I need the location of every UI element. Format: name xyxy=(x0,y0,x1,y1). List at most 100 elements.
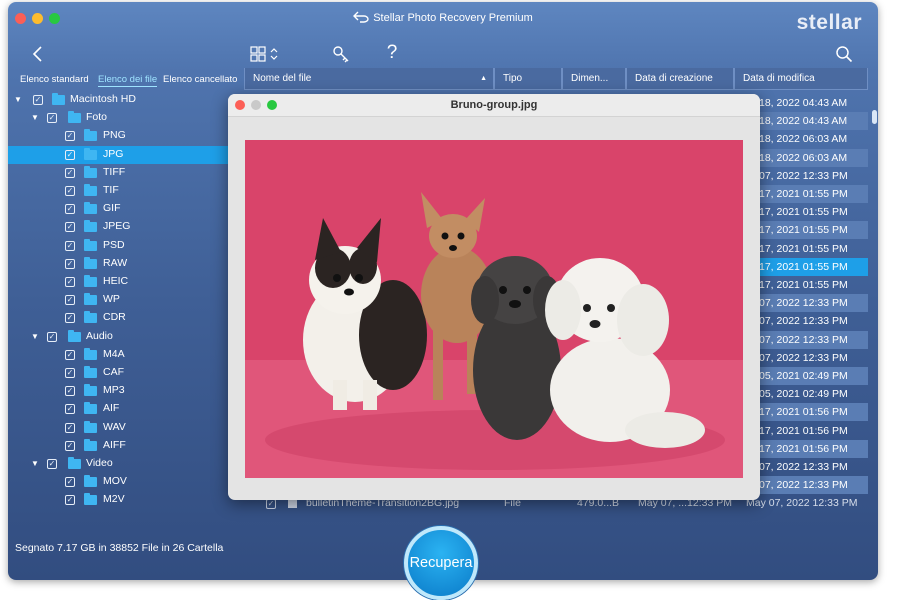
tree-item-cdr[interactable]: ✓ CDR xyxy=(8,309,234,327)
tree-item-label: AIF xyxy=(103,402,120,415)
tree-item-checkbox[interactable]: ✓ xyxy=(65,258,75,269)
tree-item-aiff[interactable]: ✓ AIFF xyxy=(8,437,234,455)
column-header-name[interactable]: Nome del file ▲ xyxy=(244,68,494,90)
tree-item-checkbox[interactable]: ✓ xyxy=(47,113,57,124)
view-tabs: Elenco standard Elenco dei file Elenco c… xyxy=(8,70,244,90)
search-icon[interactable] xyxy=(834,44,854,64)
column-header-size[interactable]: Dimen... xyxy=(562,68,626,90)
file-list-scrollbar[interactable] xyxy=(872,110,877,124)
tree-item-label: M4A xyxy=(103,347,125,360)
tree-item-checkbox[interactable]: ✓ xyxy=(65,295,75,306)
tree-item-checkbox[interactable]: ✓ xyxy=(65,368,75,378)
window-title-text: Stellar Photo Recovery Premium xyxy=(373,12,533,24)
tree-item-checkbox[interactable]: ✓ xyxy=(33,95,43,105)
tree-item-checkbox[interactable]: ✓ xyxy=(65,204,75,215)
folder-icon xyxy=(84,493,97,506)
tree-item-checkbox[interactable]: ✓ xyxy=(65,240,75,251)
cell-modified: 07, 2022 12:33 PM xyxy=(759,351,848,364)
help-icon[interactable]: ? xyxy=(382,42,402,64)
cell-modified: 05, 2021 02:49 PM xyxy=(759,370,848,382)
tree-item-mov[interactable]: ✓ MOV xyxy=(8,473,234,491)
tree-item-checkbox[interactable]: ✓ xyxy=(65,186,75,196)
sort-ascending-icon: ▲ xyxy=(480,75,487,82)
tree-item-checkbox[interactable]: ✓ xyxy=(65,277,75,287)
dogs-photo-icon xyxy=(245,140,743,478)
tree-item-macintosh-hd[interactable]: ▼ ✓ Macintosh HD xyxy=(8,91,234,109)
stellar-logo: stellar xyxy=(796,11,862,34)
tab-deleted-list[interactable]: Elenco cancellato xyxy=(163,74,237,85)
column-header-created[interactable]: Data di creazione xyxy=(626,68,734,90)
folder-icon xyxy=(84,402,97,415)
tree-item-label: WP xyxy=(103,293,120,306)
expand-triangle-icon[interactable]: ▼ xyxy=(14,95,22,104)
recover-button[interactable]: Recupera xyxy=(404,526,478,600)
tree-item-png[interactable]: ✓ PNG xyxy=(8,127,234,145)
tree-item-checkbox[interactable]: ✓ xyxy=(65,495,75,506)
tab-file-list[interactable]: Elenco dei file xyxy=(98,74,158,87)
column-header-modified[interactable]: Data di modifica xyxy=(734,68,868,90)
tree-item-wp[interactable]: ✓ WP xyxy=(8,291,234,309)
folder-icon xyxy=(84,293,97,306)
tab-standard-list[interactable]: Elenco standard xyxy=(20,74,89,85)
tree-item-checkbox[interactable]: ✓ xyxy=(65,349,75,360)
tree-item-foto[interactable]: ▼ ✓ Foto xyxy=(8,109,234,127)
tree-item-checkbox[interactable]: ✓ xyxy=(65,422,75,433)
tree-item-checkbox[interactable]: ✓ xyxy=(65,167,75,178)
tree-item-mp3[interactable]: ✓ MP3 xyxy=(8,382,234,400)
back-icon[interactable] xyxy=(28,44,46,64)
tree-item-label: Video xyxy=(86,457,113,469)
tree-item-checkbox[interactable]: ✓ xyxy=(65,313,75,324)
grid-view-icon[interactable] xyxy=(248,44,282,64)
expand-triangle-icon[interactable]: ▼ xyxy=(31,113,39,122)
tree-item-m4a[interactable]: ✓ M4A xyxy=(8,346,234,364)
folder-icon xyxy=(84,238,97,251)
status-text: Segnato 7.17 GB in 38852 File in 26 Cart… xyxy=(15,542,224,554)
cell-modified: 07, 2022 12:33 PM xyxy=(759,169,848,182)
tree-item-checkbox[interactable]: ✓ xyxy=(65,440,75,451)
column-header-type[interactable]: Tipo xyxy=(494,68,562,90)
tree-item-caf[interactable]: ✓ CAF xyxy=(8,364,234,382)
tree-item-checkbox[interactable]: ✓ xyxy=(65,131,75,142)
preview-title-bar: Bruno-group.jpg xyxy=(228,94,760,117)
tree-item-label: PNG xyxy=(103,129,126,142)
cell-modified: 18, 2022 06:03 AM xyxy=(759,151,848,164)
tree-item-jpg[interactable]: ✓ JPG xyxy=(8,145,234,164)
tree-item-label: PSD xyxy=(103,238,125,251)
tree-item-checkbox[interactable]: ✓ xyxy=(65,386,75,397)
key-icon[interactable] xyxy=(330,44,352,64)
tree-item-tif[interactable]: ✓ TIF xyxy=(8,182,234,200)
tree-item-checkbox[interactable]: ✓ xyxy=(65,477,75,488)
tree-item-wav[interactable]: ✓ WAV xyxy=(8,419,234,437)
tree-item-label: CDR xyxy=(103,311,126,324)
tree-item-aif[interactable]: ✓ AIF xyxy=(8,400,234,418)
cell-modified: 05, 2021 02:49 PM xyxy=(759,388,848,401)
tree-item-checkbox[interactable]: ✓ xyxy=(65,222,75,233)
tree-item-checkbox[interactable]: ✓ xyxy=(47,459,57,469)
tree-item-label: WAV xyxy=(103,420,126,433)
row-checkbox[interactable]: ✓ xyxy=(266,499,276,510)
tree-item-video[interactable]: ▼ ✓ Video xyxy=(8,455,234,473)
folder-icon xyxy=(68,111,81,124)
folder-icon xyxy=(84,275,97,287)
tree-item-label: HEIC xyxy=(103,275,129,287)
tree-item-m2v[interactable]: ✓ M2V xyxy=(8,491,234,509)
tree-item-label: Audio xyxy=(86,329,113,342)
expand-triangle-icon[interactable]: ▼ xyxy=(31,459,39,468)
tree-item-gif[interactable]: ✓ GIF xyxy=(8,200,234,218)
tree-item-checkbox[interactable]: ✓ xyxy=(65,149,75,160)
tree-item-checkbox[interactable]: ✓ xyxy=(65,404,75,415)
tree-item-label: JPG xyxy=(103,147,124,160)
expand-triangle-icon[interactable]: ▼ xyxy=(31,332,39,341)
tree-item-raw[interactable]: ✓ RAW xyxy=(8,255,234,273)
tree-item-label: GIF xyxy=(103,202,121,215)
folder-icon xyxy=(84,165,97,178)
tree-item-jpeg[interactable]: ✓ JPEG xyxy=(8,218,234,236)
tree-item-psd[interactable]: ✓ PSD xyxy=(8,237,234,255)
folder-icon xyxy=(84,147,97,160)
cell-modified: 17, 2021 01:56 PM xyxy=(759,424,848,437)
tree-item-heic[interactable]: ✓ HEIC xyxy=(8,273,234,291)
folder-icon xyxy=(84,129,97,142)
tree-item-tiff[interactable]: ✓ TIFF xyxy=(8,164,234,182)
tree-item-audio[interactable]: ▼ ✓ Audio xyxy=(8,328,234,346)
tree-item-checkbox[interactable]: ✓ xyxy=(47,331,57,342)
